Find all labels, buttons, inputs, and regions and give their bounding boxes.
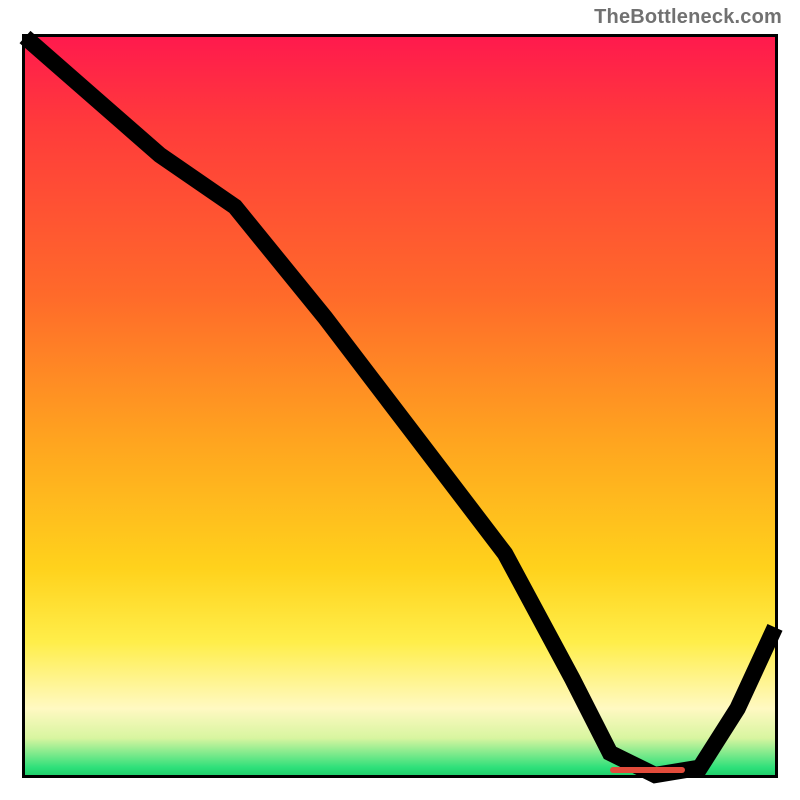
chart-container: TheBottleneck.com bbox=[0, 0, 800, 800]
bottleneck-band bbox=[610, 767, 685, 773]
plot-area bbox=[22, 34, 778, 778]
watermark-text: TheBottleneck.com bbox=[594, 6, 782, 29]
bottleneck-curve bbox=[25, 37, 775, 775]
curve-svg bbox=[25, 37, 775, 775]
